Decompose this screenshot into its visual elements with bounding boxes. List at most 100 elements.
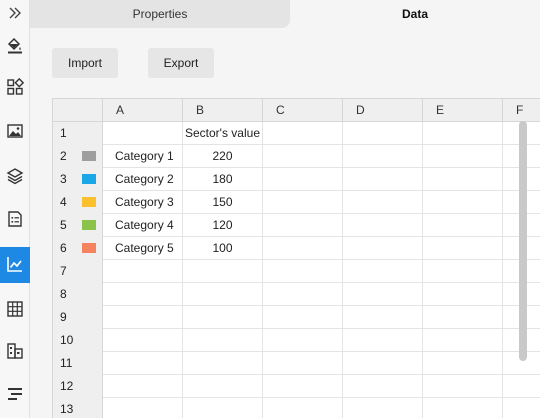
column-header[interactable]: E bbox=[423, 99, 503, 122]
sheet-cell-b[interactable] bbox=[183, 329, 263, 352]
import-button[interactable]: Import bbox=[52, 48, 118, 78]
sheet-cell-a[interactable] bbox=[103, 329, 183, 352]
vertical-scrollbar[interactable] bbox=[519, 121, 527, 361]
sheet-cell-c[interactable] bbox=[263, 145, 343, 168]
series-color-swatch[interactable] bbox=[82, 197, 96, 207]
sheet-cell-b[interactable] bbox=[183, 352, 263, 375]
sheet-cell-d[interactable] bbox=[343, 214, 423, 237]
sheet-cell-c[interactable] bbox=[263, 375, 343, 398]
row-header[interactable]: 4 bbox=[53, 191, 103, 214]
row-header[interactable]: 8 bbox=[53, 283, 103, 306]
row-header[interactable]: 9 bbox=[53, 306, 103, 329]
sheet-cell-a[interactable] bbox=[103, 398, 183, 418]
sheet-cell-b[interactable] bbox=[183, 283, 263, 306]
export-button[interactable]: Export bbox=[148, 48, 214, 78]
sheet-cell-d[interactable] bbox=[343, 145, 423, 168]
sheet-cell-c[interactable] bbox=[263, 237, 343, 260]
row-header[interactable]: 3 bbox=[53, 168, 103, 191]
series-color-swatch[interactable] bbox=[82, 243, 96, 253]
row-header[interactable]: 1 bbox=[53, 122, 103, 145]
sheet-cell-a[interactable] bbox=[103, 260, 183, 283]
sheet-cell-c[interactable] bbox=[263, 398, 343, 418]
sheet-cell-a[interactable] bbox=[103, 352, 183, 375]
sheet-cell-b[interactable]: Sector's value bbox=[183, 122, 263, 145]
sheet-cell-a[interactable] bbox=[103, 375, 183, 398]
tab-data[interactable]: Data bbox=[290, 0, 540, 28]
sheet-cell-c[interactable] bbox=[263, 283, 343, 306]
sheet-cell-e[interactable] bbox=[423, 145, 503, 168]
layout-button[interactable] bbox=[0, 70, 30, 106]
sheet-cell-d[interactable] bbox=[343, 191, 423, 214]
row-header[interactable]: 11 bbox=[53, 352, 103, 375]
sheet-cell-a[interactable] bbox=[103, 306, 183, 329]
sheet-cell-b[interactable] bbox=[183, 398, 263, 418]
sheet-cell-e[interactable] bbox=[423, 191, 503, 214]
series-color-swatch[interactable] bbox=[82, 151, 96, 161]
chart-button[interactable] bbox=[0, 247, 30, 283]
sheet-cell-c[interactable] bbox=[263, 352, 343, 375]
document-button[interactable] bbox=[0, 202, 30, 238]
row-header[interactable]: 12 bbox=[53, 375, 103, 398]
sheet-cell-b[interactable] bbox=[183, 260, 263, 283]
sheet-cell-b[interactable]: 100 bbox=[183, 237, 263, 260]
row-header[interactable]: 10 bbox=[53, 329, 103, 352]
table-button[interactable] bbox=[0, 292, 30, 328]
sheet-cell-c[interactable] bbox=[263, 306, 343, 329]
tab-properties[interactable]: Properties bbox=[30, 0, 290, 28]
sheet-cell-b[interactable] bbox=[183, 375, 263, 398]
sheet-cell-a[interactable] bbox=[103, 122, 183, 145]
sheet-cell-a[interactable]: Category 5 bbox=[103, 237, 183, 260]
sheet-cell-a[interactable]: Category 3 bbox=[103, 191, 183, 214]
sheet-cell-b[interactable]: 120 bbox=[183, 214, 263, 237]
sheet-cell-e[interactable] bbox=[423, 352, 503, 375]
layers-button[interactable] bbox=[0, 159, 30, 195]
sheet-cell-a[interactable]: Category 2 bbox=[103, 168, 183, 191]
timeline-button[interactable] bbox=[0, 376, 30, 412]
corner-cell[interactable] bbox=[53, 99, 103, 122]
column-header[interactable]: A bbox=[103, 99, 183, 122]
sheet-cell-c[interactable] bbox=[263, 191, 343, 214]
row-header[interactable]: 5 bbox=[53, 214, 103, 237]
sheet-cell-d[interactable] bbox=[343, 168, 423, 191]
column-header[interactable]: D bbox=[343, 99, 423, 122]
sheet-cell-a[interactable]: Category 1 bbox=[103, 145, 183, 168]
fill-button[interactable] bbox=[0, 28, 30, 64]
sheet-cell-c[interactable] bbox=[263, 168, 343, 191]
sheet-cell-d[interactable] bbox=[343, 260, 423, 283]
sheet-cell-d[interactable] bbox=[343, 283, 423, 306]
sheet-cell-d[interactable] bbox=[343, 122, 423, 145]
sheet-cell-e[interactable] bbox=[423, 214, 503, 237]
sheet-cell-c[interactable] bbox=[263, 122, 343, 145]
series-color-swatch[interactable] bbox=[82, 220, 96, 230]
sheet-cell-e[interactable] bbox=[423, 398, 503, 418]
column-header[interactable]: C bbox=[263, 99, 343, 122]
sheet-cell-d[interactable] bbox=[343, 237, 423, 260]
sheet-cell-f[interactable] bbox=[503, 398, 540, 418]
row-header[interactable]: 13 bbox=[53, 398, 103, 418]
sheet-cell-f[interactable] bbox=[503, 375, 540, 398]
sheet-cell-a[interactable]: Category 4 bbox=[103, 214, 183, 237]
structure-button[interactable] bbox=[0, 334, 30, 370]
row-header[interactable]: 7 bbox=[53, 260, 103, 283]
sheet-cell-e[interactable] bbox=[423, 283, 503, 306]
row-header[interactable]: 6 bbox=[53, 237, 103, 260]
sheet-cell-d[interactable] bbox=[343, 375, 423, 398]
sheet-cell-b[interactable] bbox=[183, 306, 263, 329]
sheet-cell-e[interactable] bbox=[423, 306, 503, 329]
sheet-cell-e[interactable] bbox=[423, 260, 503, 283]
sheet-cell-a[interactable] bbox=[103, 283, 183, 306]
column-header[interactable]: F bbox=[503, 99, 540, 122]
sheet-cell-d[interactable] bbox=[343, 398, 423, 418]
sheet-cell-e[interactable] bbox=[423, 237, 503, 260]
sheet-cell-d[interactable] bbox=[343, 352, 423, 375]
column-header[interactable]: B bbox=[183, 99, 263, 122]
sheet-cell-e[interactable] bbox=[423, 329, 503, 352]
sheet-cell-b[interactable]: 180 bbox=[183, 168, 263, 191]
sheet-cell-d[interactable] bbox=[343, 306, 423, 329]
series-color-swatch[interactable] bbox=[82, 174, 96, 184]
sheet-cell-d[interactable] bbox=[343, 329, 423, 352]
sheet-cell-b[interactable]: 150 bbox=[183, 191, 263, 214]
expand-button[interactable] bbox=[0, 0, 30, 28]
sheet-cell-b[interactable]: 220 bbox=[183, 145, 263, 168]
sheet-cell-e[interactable] bbox=[423, 375, 503, 398]
